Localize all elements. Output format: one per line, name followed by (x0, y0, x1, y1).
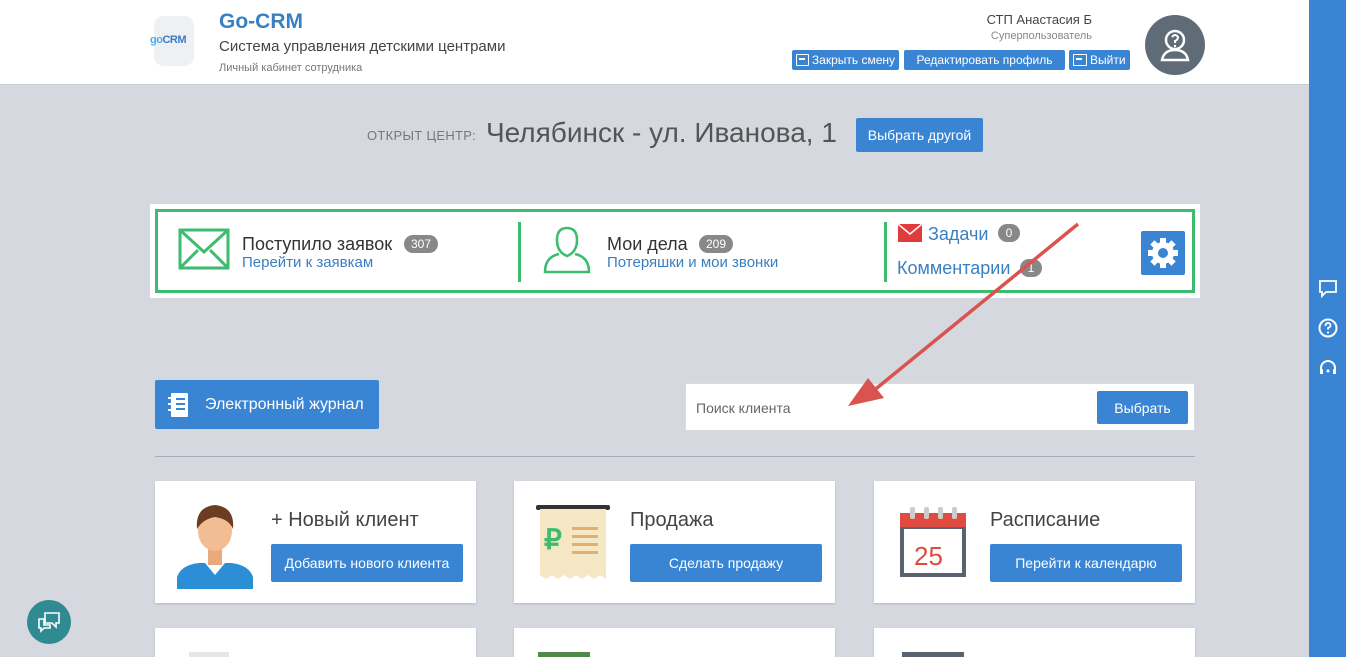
calendar-day: 25 (914, 541, 943, 571)
stats-panel: Поступило заявок 307 Перейти к заявкам М… (150, 204, 1200, 298)
gear-icon (1148, 238, 1178, 268)
choose-another-center-button[interactable]: Выбрать другой (856, 118, 983, 152)
chat-icon[interactable] (1318, 278, 1338, 298)
red-envelope-icon (898, 224, 922, 242)
logout-button[interactable]: Выйти (1069, 50, 1130, 70)
user-role: Суперпользователь (990, 30, 1092, 42)
settings-button[interactable] (1141, 231, 1185, 275)
sale-title: Продажа (630, 509, 714, 531)
card-row2-2 (514, 628, 835, 657)
comments-count-badge: 1 (1020, 259, 1042, 277)
app-header: goCRM Go-CRM Система управления детскими… (0, 0, 1309, 85)
close-shift-label: Закрыть смену (811, 53, 895, 67)
help-icon[interactable] (1318, 318, 1338, 338)
lost-and-calls-link[interactable]: Потеряшки и мои звонки (607, 254, 778, 271)
user-avatar[interactable] (1145, 15, 1205, 75)
user-question-icon (1160, 29, 1190, 62)
tasks-count-badge: 0 (998, 224, 1020, 242)
ruble-symbol: ₽ (544, 524, 562, 555)
requests-count-badge: 307 (404, 235, 439, 253)
brand-subtitle: Система управления детскими центрами (219, 38, 506, 55)
user-name: СТП Анастасия Б (986, 12, 1092, 27)
stats-divider (518, 222, 521, 282)
card-row2-3 (874, 628, 1195, 657)
my-tasks-title[interactable]: Мои дела (607, 234, 688, 255)
go-to-requests-link[interactable]: Перейти к заявкам (242, 254, 373, 271)
exit-icon (796, 54, 809, 66)
card-icon-top (538, 652, 590, 657)
chat-bubble-icon (38, 612, 60, 633)
requests-title[interactable]: Поступило заявок (242, 234, 392, 255)
brand-title: Go-CRM (219, 10, 303, 33)
new-client-title: + Новый клиент (271, 509, 419, 531)
go-crm-logo[interactable]: goCRM (148, 14, 202, 68)
receipt-icon: ₽ (536, 505, 610, 579)
stats-divider (884, 222, 887, 282)
card-row2-1 (155, 628, 476, 657)
client-search-box: Выбрать (685, 383, 1195, 431)
schedule-title: Расписание (990, 509, 1101, 531)
go-to-calendar-button[interactable]: Перейти к календарю (990, 544, 1182, 582)
make-sale-button[interactable]: Сделать продажу (630, 544, 822, 582)
open-center-label: ОТКРЫТ ЦЕНТР: (367, 128, 476, 143)
open-center-name: Челябинск - ул. Иванова, 1 (486, 117, 837, 148)
client-search-input[interactable] (696, 394, 1086, 422)
comments-title[interactable]: Комментарии (897, 258, 1010, 279)
calendar-icon: 25 (900, 507, 966, 577)
sale-card: ₽ Продажа Сделать продажу (514, 481, 835, 603)
user-icon (543, 226, 591, 274)
support-headset-icon[interactable] (1318, 358, 1338, 378)
exit-icon (1073, 54, 1087, 66)
edit-profile-label: Редактировать профиль (916, 53, 1053, 67)
right-sidebar (1309, 0, 1346, 657)
brand-caption: Личный кабинет сотрудника (219, 62, 363, 74)
logo-text: goCRM (150, 34, 187, 46)
electronic-journal-label: Электронный журнал (205, 395, 364, 413)
client-avatar-icon (177, 505, 253, 589)
select-client-button[interactable]: Выбрать (1097, 391, 1188, 424)
my-tasks-count-badge: 209 (699, 235, 734, 253)
card-icon-top (189, 652, 229, 657)
close-shift-button[interactable]: Закрыть смену (792, 50, 899, 70)
new-client-card: + Новый клиент Добавить нового клиента (155, 481, 476, 603)
edit-profile-button[interactable]: Редактировать профиль (904, 50, 1065, 70)
electronic-journal-button[interactable]: Электронный журнал (155, 380, 379, 429)
add-new-client-button[interactable]: Добавить нового клиента (271, 544, 463, 582)
notebook-icon (168, 393, 188, 417)
stats-frame: Поступило заявок 307 Перейти к заявкам М… (155, 209, 1195, 293)
envelope-icon (178, 228, 230, 270)
card-icon-top (902, 652, 964, 657)
live-chat-button[interactable] (27, 600, 71, 644)
section-divider (155, 456, 1195, 457)
tasks-title[interactable]: Задачи (928, 224, 988, 245)
logout-label: Выйти (1090, 53, 1126, 67)
schedule-card: 25 Расписание Перейти к календарю (874, 481, 1195, 603)
